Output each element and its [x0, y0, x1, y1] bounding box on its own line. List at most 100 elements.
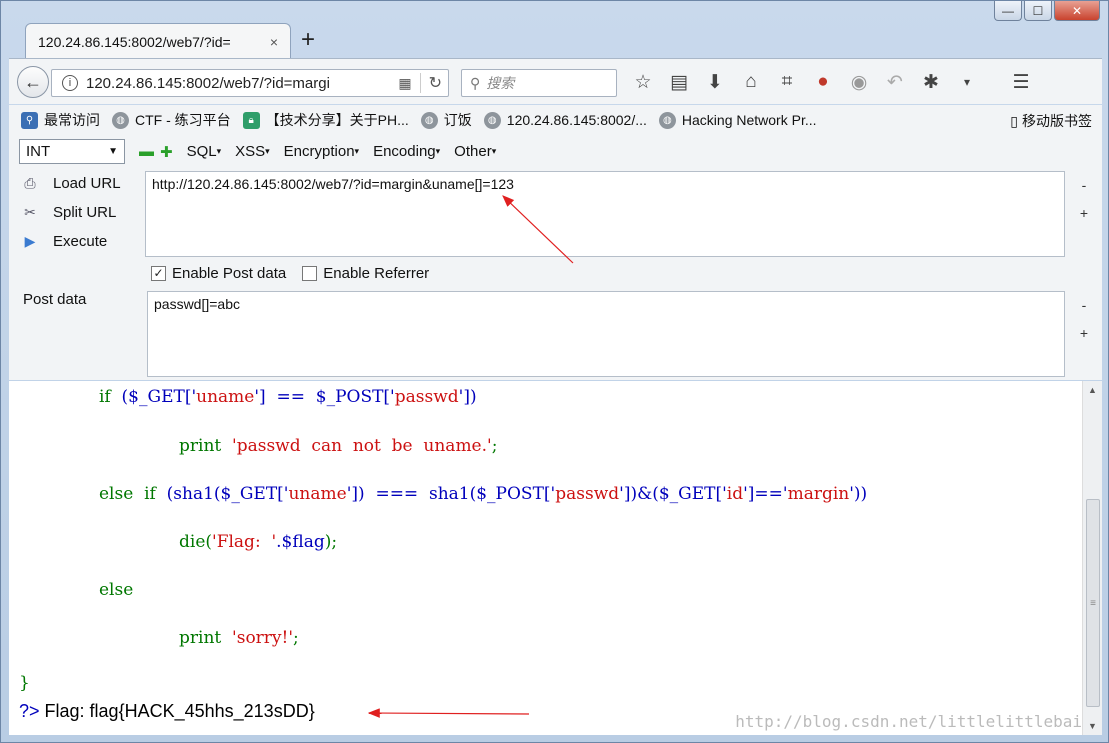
url-grow-button[interactable]: +: [1078, 199, 1090, 227]
bookmark-label: 订饭: [443, 112, 472, 128]
menu-sql[interactable]: SQL: [187, 143, 217, 160]
split-url-label: Split URL: [53, 204, 117, 221]
code-line-else: else: [99, 580, 134, 600]
split-url-button[interactable]: ✂ Split URL: [21, 202, 121, 223]
globe-icon: ◍: [483, 111, 501, 129]
bookmark-star-icon[interactable]: ☆: [631, 70, 655, 94]
menu-sql-chevron-icon: ▾: [216, 146, 222, 156]
menu-xss-chevron-icon: ▾: [265, 146, 270, 156]
maximize-button[interactable]: ☐: [1024, 1, 1052, 21]
scissors-icon: ✂: [24, 204, 36, 220]
search-input[interactable]: ⚲ 搜索: [461, 69, 617, 97]
addon-icon[interactable]: ●: [811, 70, 835, 94]
window-controls: — ☐ ✕: [994, 1, 1100, 21]
url-shrink-button[interactable]: -: [1078, 171, 1090, 199]
code-line-print-passwd: print 'passwd can not be uname.';: [179, 436, 498, 456]
menu-other[interactable]: Other: [454, 143, 492, 160]
bookmark-ctf[interactable]: ◍ CTF - 练习平台: [112, 110, 231, 130]
menu-encoding[interactable]: Encoding: [373, 143, 436, 160]
toolbar-icons: ☆ ▤ ⬇ ⌂ ⌗ ● ◉ ↶ ✱ ▾ ☰: [631, 70, 1033, 94]
checkbox-checked-icon: ✓: [151, 266, 166, 281]
bookmark-label: 最常访问: [44, 112, 100, 128]
post-grow-button[interactable]: +: [1078, 319, 1090, 347]
url-text: 120.24.86.145:8002/web7/?id=margi: [86, 74, 330, 92]
bookmark-label: 120.24.86.145:8002/...: [506, 112, 647, 128]
bookmark-tech-share[interactable]: 🔒︎ 【技术分享】关于PH...: [242, 110, 409, 130]
enable-referrer-label: Enable Referrer: [323, 265, 430, 282]
scroll-down-icon[interactable]: ▼: [1088, 721, 1097, 731]
globe-icon: ◍: [112, 111, 129, 129]
enable-post-label: Enable Post data: [172, 265, 287, 282]
flag-text: Flag: flag{HACK_45hhs_213sDD}: [39, 701, 315, 721]
undo-icon[interactable]: ↶: [883, 70, 907, 94]
load-url-button[interactable]: ⎙ Load URL: [21, 173, 121, 194]
code-line-die: die('Flag: '.$flag);: [179, 532, 338, 552]
code-line-if: if ($_GET['uname'] == $_POST['passwd']): [99, 387, 477, 407]
back-arrow-icon: ←: [24, 71, 42, 92]
scroll-up-icon[interactable]: ▲: [1088, 385, 1097, 395]
bookmark-most-visited[interactable]: ⚲ 最常访问: [21, 110, 100, 130]
download-icon[interactable]: ⬇: [703, 70, 727, 94]
post-field-resize: - +: [1078, 291, 1090, 347]
enable-referrer-checkbox[interactable]: Enable Referrer: [302, 265, 429, 282]
watermark: http://blog.csdn.net/littlelittlebai: [735, 712, 1082, 731]
qr-code-icon[interactable]: ▦: [398, 75, 411, 92]
enable-post-checkbox[interactable]: ✓ Enable Post data: [151, 265, 286, 282]
bookmark-ip-site[interactable]: ◍ 120.24.86.145:8002/...: [483, 111, 647, 129]
bookmarks-bar: ⚲ 最常访问 ◍ CTF - 练习平台 🔒︎ 【技术分享】关于PH... ◍ 订…: [9, 105, 1102, 135]
menu-encryption[interactable]: Encryption: [284, 143, 355, 160]
record-icon[interactable]: ◉: [847, 70, 871, 94]
search-icon: ⚲: [470, 74, 481, 91]
site-info-icon[interactable]: i: [62, 75, 78, 91]
browser-window: — ☐ ✕ 120.24.86.145:8002/web7/?id= × + ←…: [0, 0, 1109, 743]
reload-icon[interactable]: ↻: [419, 73, 442, 93]
close-window-button[interactable]: ✕: [1054, 1, 1100, 21]
bookmark-label: Hacking Network Pr...: [681, 112, 817, 128]
bug-icon[interactable]: ✱: [919, 70, 943, 94]
type-select-value: INT: [26, 143, 51, 160]
select-arrow-icon: ▼: [108, 146, 118, 157]
vertical-scrollbar[interactable]: ▲ ≡ ▼: [1082, 381, 1102, 735]
code-line-else-if: else if (sha1($_GET['uname']) === sha1($…: [99, 484, 868, 504]
crop-screenshot-icon[interactable]: ⌗: [775, 70, 799, 94]
type-select[interactable]: INT ▼: [19, 139, 125, 164]
bookmark-hacking-network[interactable]: ◍ Hacking Network Pr...: [658, 111, 817, 129]
browser-tab[interactable]: 120.24.86.145:8002/web7/?id= ×: [25, 23, 291, 59]
navigation-bar: ← i 120.24.86.145:8002/web7/?id=margi ▦ …: [9, 58, 1102, 104]
minimize-button[interactable]: —: [994, 1, 1022, 21]
bookmark-order-food[interactable]: ◍ 订饭: [420, 110, 472, 130]
post-data-field[interactable]: passwd[]=abc: [147, 291, 1065, 377]
search-placeholder: 搜索: [486, 75, 515, 91]
lock-site-icon: 🔒︎: [242, 111, 260, 129]
address-bar[interactable]: i 120.24.86.145:8002/web7/?id=margi ▦ ↻: [51, 69, 449, 97]
hackbar-options: ✓ Enable Post data Enable Referrer: [151, 265, 429, 282]
post-shrink-button[interactable]: -: [1078, 291, 1090, 319]
minus-green-icon[interactable]: ▬: [139, 143, 154, 160]
tab-close-icon[interactable]: ×: [270, 34, 278, 50]
play-icon: ▶: [24, 233, 36, 249]
checkbox-unchecked-icon: [302, 266, 318, 281]
bookmark-label: CTF - 练习平台: [135, 112, 231, 128]
mobile-bookmarks-label: 移动版书签: [1022, 113, 1092, 129]
home-icon[interactable]: ⌂: [739, 70, 763, 94]
reading-list-icon[interactable]: ▤: [667, 70, 691, 94]
dropdown-chevron-icon[interactable]: ▾: [955, 70, 979, 94]
grip-icon: ≡: [1090, 597, 1096, 609]
load-url-label: Load URL: [53, 175, 121, 192]
menu-encoding-chevron-icon: ▾: [435, 146, 441, 156]
menu-xss[interactable]: XSS: [235, 143, 265, 160]
plus-green-icon[interactable]: ✚: [160, 143, 173, 161]
hackbar-actions: ⎙ Load URL ✂ Split URL ▶ Execute: [21, 173, 121, 252]
execute-button[interactable]: ▶ Execute: [21, 231, 121, 252]
post-data-label: Post data: [23, 291, 87, 308]
scroll-thumb[interactable]: ≡: [1086, 499, 1100, 707]
tab-title: 120.24.86.145:8002/web7/?id=: [38, 33, 231, 50]
menu-encryption-chevron-icon: ▾: [354, 146, 360, 156]
php-close-tag: ?>: [19, 701, 40, 721]
hackbar-url-field[interactable]: http://120.24.86.145:8002/web7/?id=margi…: [145, 171, 1065, 257]
mobile-bookmarks[interactable]: ▯ 移动版书签: [1010, 111, 1092, 131]
new-tab-button[interactable]: +: [301, 27, 315, 53]
hamburger-menu-icon[interactable]: ☰: [1009, 70, 1033, 94]
back-button[interactable]: ←: [17, 66, 49, 98]
page-content: if ($_GET['uname'] == $_POST['passwd']) …: [9, 381, 1102, 735]
